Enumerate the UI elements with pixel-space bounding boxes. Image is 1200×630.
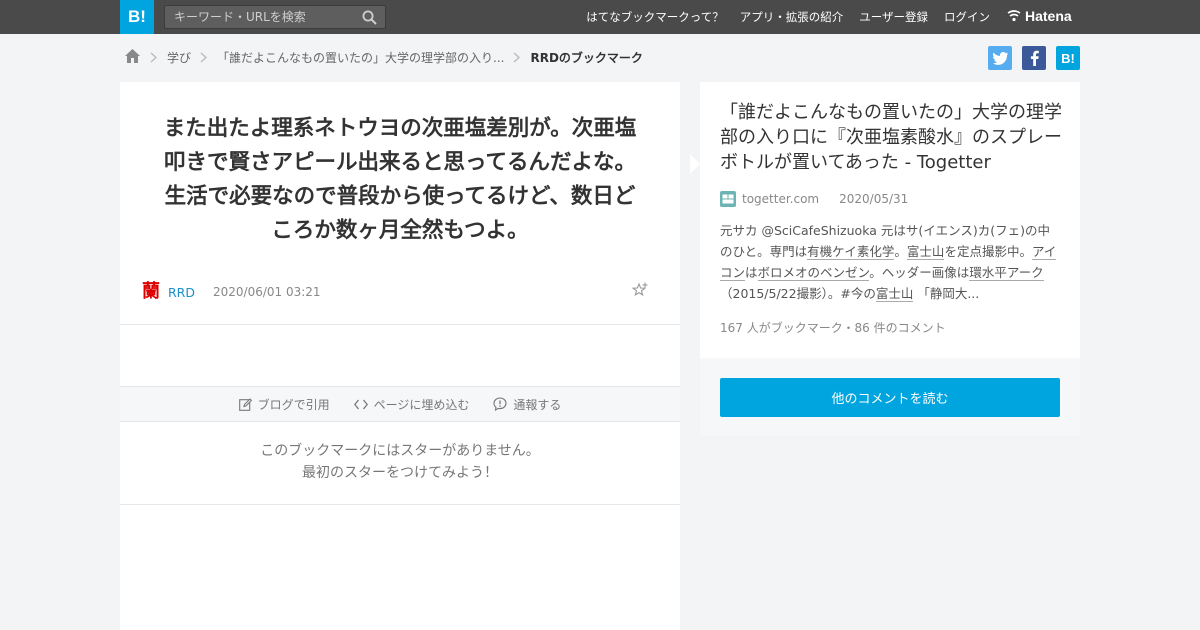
report-label: 通報する <box>513 397 562 412</box>
hatena-bookmark-logo[interactable]: B! <box>120 0 154 34</box>
desc-keyword-link[interactable]: 富士山 <box>906 244 945 260</box>
bookmark-comment: また出たよ理系ネトウヨの次亜塩差別が。次亜塩 叩きで賢さアピール出来ると思ってる… <box>148 112 652 248</box>
hatena-bookmark-share-button[interactable]: B! <box>1056 46 1080 70</box>
bookmark-card: また出たよ理系ネトウヨの次亜塩差別が。次亜塩 叩きで賢さアピール出来ると思ってる… <box>120 82 680 630</box>
desc-text: （2015/5/22撮影）。#今の <box>720 286 876 301</box>
report-button[interactable]: 通報する <box>493 396 561 413</box>
facebook-icon <box>1030 50 1039 66</box>
chevron-right-icon <box>200 51 208 63</box>
bookmark-actions: ブログで引用 ページに埋め込む 通報する <box>120 386 680 422</box>
report-icon <box>493 397 507 411</box>
desc-keyword-link[interactable]: 富士山 <box>875 286 914 302</box>
bookmark-timestamp[interactable]: 2020/06/01 03:21 <box>213 285 321 299</box>
divider <box>120 324 680 325</box>
add-star-icon[interactable] <box>631 282 648 302</box>
no-star-line: このブックマークにはスターがありません。 <box>260 443 540 459</box>
hatena-logo-icon <box>1007 10 1021 22</box>
comment-line: ころか数ヶ月全然もつよ。 <box>271 218 529 243</box>
nav-register[interactable]: ユーザー登録 <box>859 9 928 25</box>
nav-about[interactable]: はてなブックマークって？ <box>586 9 723 25</box>
twitter-share-button[interactable] <box>988 46 1012 70</box>
desc-text: 。ヘッダー画像は <box>869 265 970 280</box>
desc-text: 。 <box>894 244 907 259</box>
entry-card-footer: 他のコメントを読む <box>700 358 1080 436</box>
breadcrumb-entry[interactable]: 「誰だよこんなもの置いたの」大学の理学部の入り... <box>217 49 504 66</box>
blog-quote-label: ブログで引用 <box>257 397 330 412</box>
breadcrumb: 学び 「誰だよこんなもの置いたの」大学の理学部の入り... RRDのブックマーク <box>124 47 643 67</box>
twitter-icon <box>992 51 1008 65</box>
chevron-right-icon <box>513 51 521 63</box>
card-pointer <box>690 154 700 174</box>
desc-text: を定点撮影中。 <box>944 244 1032 259</box>
chevron-right-icon <box>150 51 157 63</box>
breadcrumb-current: RRDのブックマーク <box>530 50 643 65</box>
no-star-message: このブックマークにはスターがありません。 最初のスターをつけてみよう！ <box>120 440 680 484</box>
entry-card: 「誰だよこんなもの置いたの」大学の理学部の入り口に『次亜塩素酸水』のスプレーボト… <box>690 82 1080 358</box>
search-box <box>164 5 386 29</box>
desc-keyword-link[interactable]: 有機ケイ素化学 <box>807 244 895 260</box>
entry-bookmark-count[interactable]: 167 人がブックマーク・86 件のコメント <box>720 319 946 336</box>
entry-title-link[interactable]: 「誰だよこんなもの置いたの」大学の理学部の入り口に『次亜塩素酸水』のスプレーボト… <box>720 100 1065 175</box>
blog-quote-button[interactable]: ブログで引用 <box>238 396 330 413</box>
embed-page-button[interactable]: ページに埋め込む <box>353 396 470 413</box>
no-star-line: 最初のスターをつけてみよう！ <box>302 465 498 481</box>
entry-date: 2020/05/31 <box>839 192 909 206</box>
desc-text: は <box>745 265 758 280</box>
comment-line: 生活で必要なので普段から使ってるけど、数日ど <box>164 184 636 209</box>
nav-apps[interactable]: アプリ・拡張の紹介 <box>740 9 844 25</box>
togetter-favicon-icon <box>720 191 736 207</box>
hatena-brand-label: Hatena <box>1025 8 1072 24</box>
home-icon[interactable] <box>124 48 141 67</box>
bookmark-user-row: 蘭 RRD 2020/06/01 03:21 <box>142 280 662 304</box>
code-icon <box>353 399 368 409</box>
comment-line: 叩きで賢さアピール出来ると思ってるんだよな。 <box>164 150 636 175</box>
facebook-share-button[interactable] <box>1022 46 1046 70</box>
share-buttons: B! <box>978 46 1080 70</box>
embed-page-label: ページに埋め込む <box>373 397 470 412</box>
search-icon[interactable] <box>362 10 377 29</box>
username-link[interactable]: RRD <box>168 285 195 300</box>
nav-login[interactable]: ログイン <box>944 9 990 25</box>
header-nav: はてなブックマークって？ アプリ・拡張の紹介 ユーザー登録 ログイン <box>570 0 990 34</box>
desc-keyword-link[interactable]: 環水平アーク <box>969 265 1044 281</box>
entry-domain-link[interactable]: togetter.com <box>742 192 819 206</box>
edit-icon <box>238 397 252 411</box>
entry-description: 元サカ @SciCafeShizuoka 元はサ(イエンス)カ(フェ)の中のひと… <box>720 220 1060 304</box>
hatena-brand-link[interactable]: Hatena <box>1007 8 1072 24</box>
desc-text: 「静岡大... <box>913 286 980 301</box>
avatar[interactable]: 蘭 <box>142 282 160 302</box>
comment-line: また出たよ理系ネトウヨの次亜塩差別が。次亜塩 <box>163 116 637 141</box>
desc-keyword-link[interactable]: ボロメオのベンゼン <box>757 265 870 281</box>
search-input[interactable] <box>165 6 355 28</box>
top-bar: B! はてなブックマークって？ アプリ・拡張の紹介 ユーザー登録 ログイン Ha… <box>0 0 1200 34</box>
divider <box>120 504 680 505</box>
breadcrumb-category[interactable]: 学び <box>167 49 191 66</box>
entry-meta: togetter.com 2020/05/31 <box>720 191 908 207</box>
read-other-comments-button[interactable]: 他のコメントを読む <box>720 378 1060 417</box>
